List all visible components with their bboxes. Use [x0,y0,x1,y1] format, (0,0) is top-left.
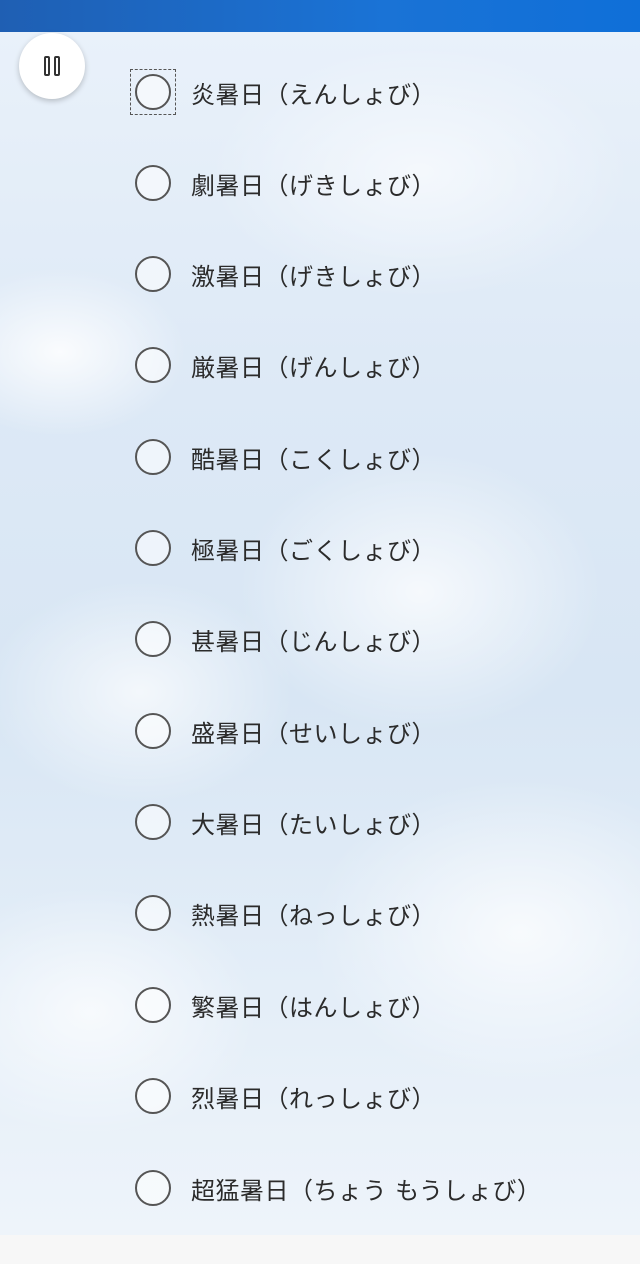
radio-button[interactable] [135,74,171,110]
radio-button[interactable] [135,895,171,931]
option-gokushobi[interactable]: 極暑日（ごくしょび） [130,525,436,571]
option-seishobi[interactable]: 盛暑日（せいしょび） [130,708,436,754]
option-label: 劇暑日（げきしょび） [191,171,436,200]
option-label: 繁暑日（はんしょび） [191,993,436,1022]
option-label: 熱暑日（ねっしょび） [191,901,436,930]
focus-ring [130,69,176,115]
option-jinshobi[interactable]: 甚暑日（じんしょび） [130,616,436,662]
option-gekishobi-2[interactable]: 激暑日（げきしょび） [130,251,436,297]
top-bar [0,0,640,32]
option-nesshobi[interactable]: 熱暑日（ねっしょび） [130,890,436,936]
radio-button[interactable] [135,804,171,840]
option-kokushobi[interactable]: 酷暑日（こくしょび） [130,434,436,480]
option-label: 極暑日（ごくしょび） [191,536,436,565]
radio-button[interactable] [135,1078,171,1114]
radio-button[interactable] [135,439,171,475]
bottom-strip [0,1235,640,1264]
option-genshobi[interactable]: 厳暑日（げんしょび） [130,342,436,388]
radio-button[interactable] [135,347,171,383]
pause-button[interactable] [19,33,85,99]
option-label: 激暑日（げきしょび） [191,262,436,291]
option-chou-moushobi[interactable]: 超猛暑日（ちょう もうしょび） [130,1165,541,1211]
radio-button[interactable] [135,165,171,201]
option-label: 甚暑日（じんしょび） [191,627,436,656]
option-label: 酷暑日（こくしょび） [191,445,436,474]
radio-button[interactable] [135,1170,171,1206]
option-label: 超猛暑日（ちょう もうしょび） [191,1176,542,1205]
radio-button[interactable] [135,713,171,749]
option-label: 盛暑日（せいしょび） [191,719,436,748]
option-gekishobi-1[interactable]: 劇暑日（げきしょび） [130,160,436,206]
radio-button[interactable] [135,621,171,657]
radio-button[interactable] [135,530,171,566]
radio-button[interactable] [135,256,171,292]
option-label: 炎暑日（えんしょび） [191,80,436,109]
option-label: 烈暑日（れっしょび） [191,1084,436,1113]
option-taishobi[interactable]: 大暑日（たいしょび） [130,799,436,845]
option-label: 厳暑日（げんしょび） [191,353,436,382]
pause-icon [44,56,60,76]
option-enshobi[interactable]: 炎暑日（えんしょび） [130,69,436,115]
option-resshobi[interactable]: 烈暑日（れっしょび） [130,1073,436,1119]
radio-button[interactable] [135,987,171,1023]
option-hanshobi[interactable]: 繁暑日（はんしょび） [130,982,436,1028]
option-label: 大暑日（たいしょび） [191,810,436,839]
